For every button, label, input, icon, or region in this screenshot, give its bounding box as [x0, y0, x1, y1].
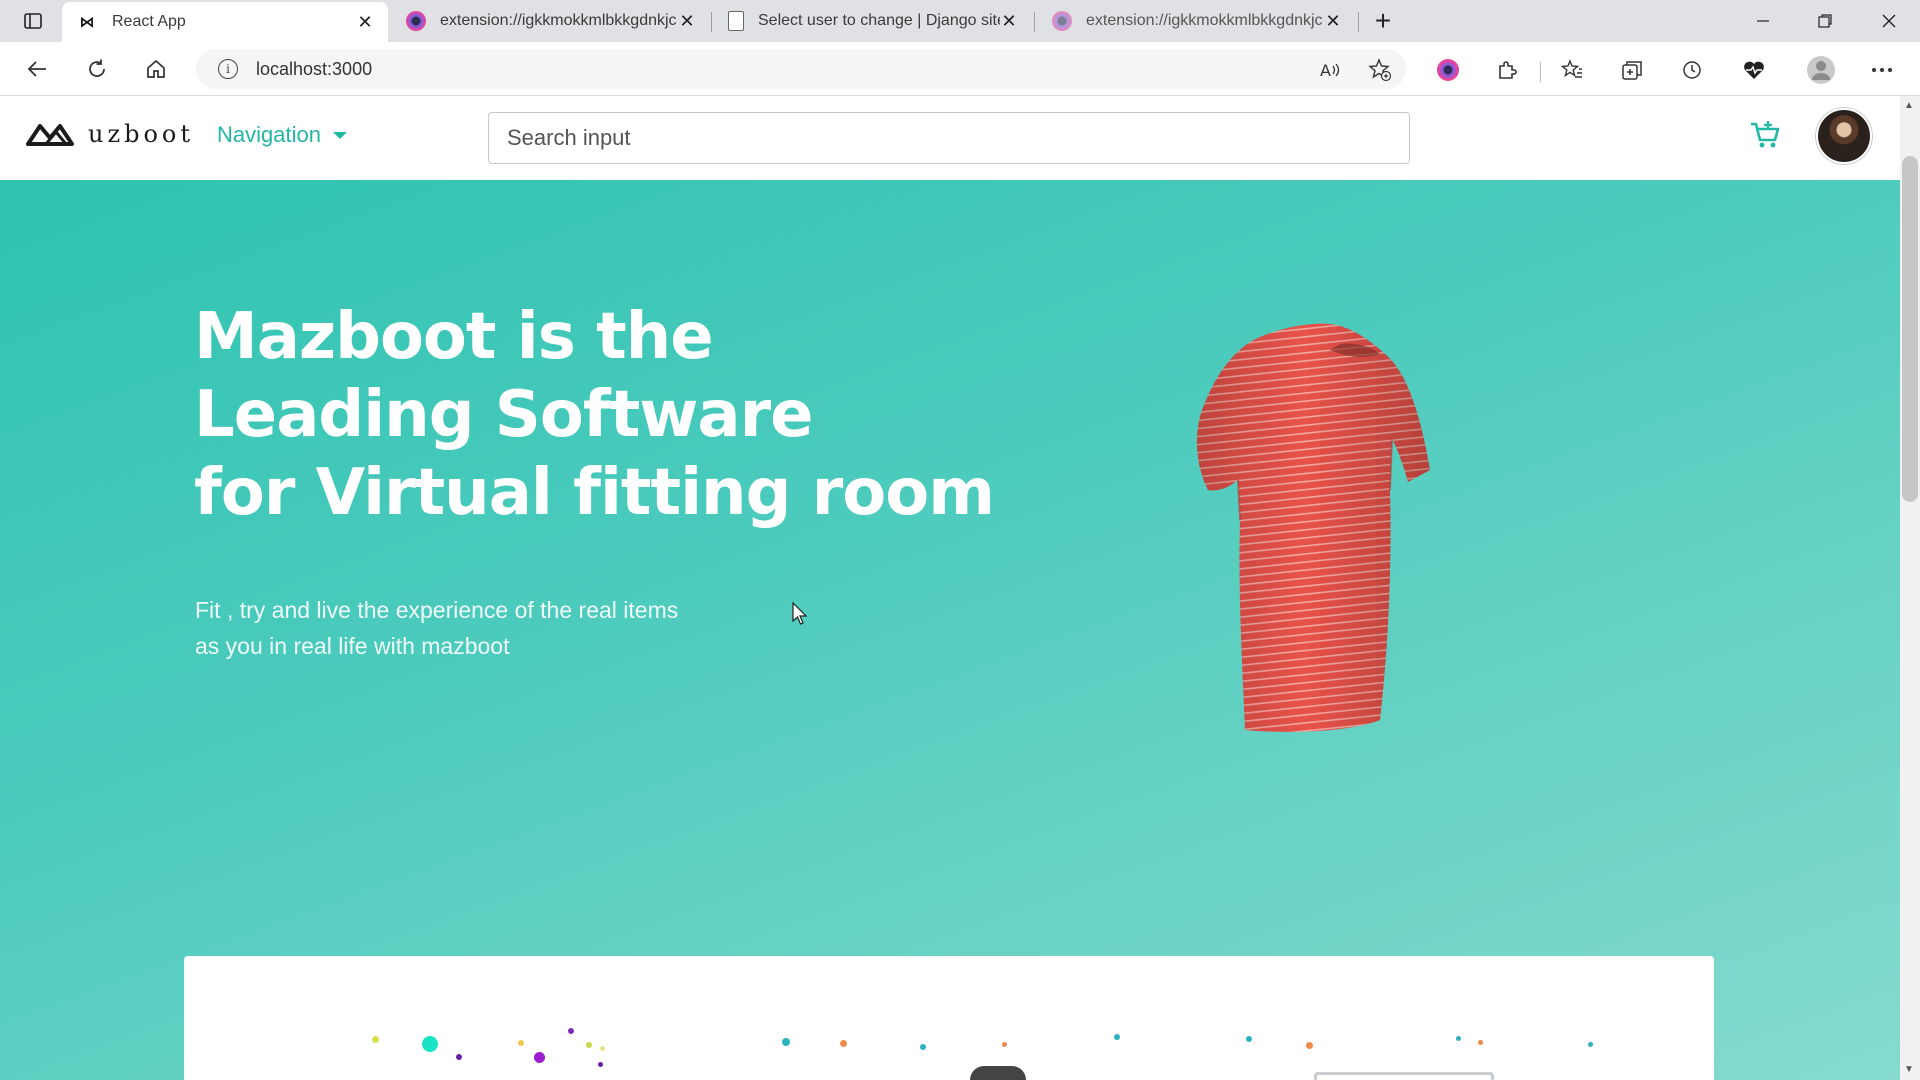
toolbar-divider [1540, 62, 1541, 82]
confetti-dot [1002, 1042, 1007, 1047]
confetti-dot [600, 1046, 605, 1051]
tab-actions-icon[interactable] [20, 8, 46, 34]
tab-separator [1358, 12, 1359, 32]
address-bar-row: i localhost:3000 A [0, 42, 1920, 96]
confetti-dot [840, 1040, 847, 1047]
tab-separator [711, 12, 712, 32]
confetti-dot [372, 1036, 379, 1043]
tab-title: Select user to change | Django site admi… [758, 12, 1000, 29]
mouse-cursor-icon [792, 602, 808, 625]
more-options-icon[interactable] [1868, 56, 1896, 84]
user-avatar[interactable] [1816, 108, 1872, 164]
add-favorite-icon[interactable] [1366, 56, 1394, 84]
confetti-dot [456, 1054, 462, 1060]
site-header: uzboot Navigation [0, 96, 1900, 180]
logo-mark-icon [26, 124, 74, 146]
hero-subtitle-line: as you in real life with mazboot [195, 633, 510, 659]
navigation-label: Navigation [217, 122, 321, 147]
close-icon[interactable]: ✕ [678, 11, 696, 31]
tab-title: extension://igkkmokkmlbkkgdnkjc [1086, 12, 1323, 29]
confetti-dot [534, 1052, 545, 1063]
tab-django-admin[interactable]: Select user to change | Django site admi… [714, 0, 1032, 42]
hero-title: Mazboot is the Leading Software for Virt… [194, 298, 1094, 532]
restore-icon[interactable] [1812, 8, 1838, 34]
back-icon[interactable] [22, 54, 52, 84]
confetti-dot [1306, 1042, 1313, 1049]
confetti-dot [1456, 1036, 1461, 1041]
extension-icon[interactable] [1434, 56, 1462, 84]
scroll-up-icon[interactable]: ▲ [1904, 100, 1914, 111]
tab-extension-1[interactable]: extension://igkkmokkmlbkkgdnkjc ✕ [392, 0, 710, 42]
navigation-dropdown[interactable]: Navigation [217, 122, 347, 148]
tab-extension-2[interactable]: extension://igkkmokkmlbkkgdnkjc ✕ [1038, 0, 1356, 42]
hero-section: Mazboot is the Leading Software for Virt… [0, 180, 1900, 1080]
read-aloud-icon[interactable]: A [1316, 56, 1344, 84]
caret-down-icon [332, 131, 347, 139]
confetti-dot [782, 1038, 790, 1046]
confetti-dot [422, 1036, 438, 1052]
site-info-icon[interactable]: i [218, 59, 238, 79]
scrollbar-thumb[interactable] [1902, 156, 1918, 502]
performance-icon[interactable] [1740, 56, 1768, 84]
tshirt-3d-image [1196, 323, 1430, 732]
collections-icon[interactable] [1618, 56, 1646, 84]
profile-icon[interactable] [1806, 55, 1836, 85]
hero-title-line: for Virtual fitting room [194, 456, 995, 530]
url-text[interactable]: localhost:3000 [256, 59, 372, 80]
scroll-down-icon[interactable]: ▼ [1904, 1064, 1914, 1075]
confetti-dot [1588, 1042, 1593, 1047]
minimize-icon[interactable] [1750, 8, 1776, 34]
hero-subtitle-line: Fit , try and live the experience of the… [195, 597, 679, 623]
tab-react-app[interactable]: ⋈ React App ✕ [62, 2, 388, 42]
cart-icon[interactable] [1748, 118, 1782, 152]
history-icon[interactable] [1678, 56, 1706, 84]
close-icon[interactable]: ✕ [356, 12, 374, 32]
home-icon[interactable] [141, 54, 171, 84]
screen-illustration [1314, 1072, 1494, 1080]
tab-separator [1034, 12, 1035, 32]
logo-text: uzboot [88, 120, 195, 148]
features-card [184, 956, 1714, 1080]
confetti-dot [598, 1062, 603, 1067]
document-icon [728, 11, 744, 31]
close-icon[interactable]: ✕ [1324, 11, 1342, 31]
reload-icon[interactable] [82, 54, 112, 84]
close-window-icon[interactable] [1876, 8, 1902, 34]
close-icon[interactable]: ✕ [1000, 11, 1018, 31]
confetti-dot [518, 1040, 524, 1046]
search-input[interactable] [488, 112, 1410, 164]
favorites-icon[interactable] [1558, 56, 1586, 84]
browser-tab-bar: ⋈ React App ✕ extension://igkkmokkmlbkkg… [0, 0, 1920, 42]
extensions-puzzle-icon[interactable] [1494, 56, 1522, 84]
person-illustration [970, 1066, 1026, 1080]
mazboot-logo[interactable]: uzboot [26, 120, 194, 148]
tab-title: extension://igkkmokkmlbkkgdnkjc [440, 12, 677, 29]
confetti-dot [1246, 1036, 1252, 1042]
hero-title-line: Leading Software [194, 378, 814, 452]
hero-subtitle: Fit , try and live the experience of the… [195, 592, 755, 664]
extension-icon [406, 11, 426, 31]
tab-title: React App [112, 13, 186, 30]
svg-text:A: A [1320, 61, 1331, 80]
confetti-dot [1114, 1034, 1120, 1040]
confetti-dot [586, 1042, 592, 1048]
confetti-dot [920, 1044, 926, 1050]
address-bar[interactable]: i localhost:3000 [196, 49, 1406, 89]
confetti-dot [568, 1028, 574, 1034]
new-tab-icon[interactable]: + [1370, 5, 1396, 36]
confetti-dot [1478, 1040, 1483, 1045]
extension-icon [1052, 11, 1072, 31]
react-logo-icon: ⋈ [79, 14, 95, 31]
hero-title-line: Mazboot is the [194, 300, 714, 374]
